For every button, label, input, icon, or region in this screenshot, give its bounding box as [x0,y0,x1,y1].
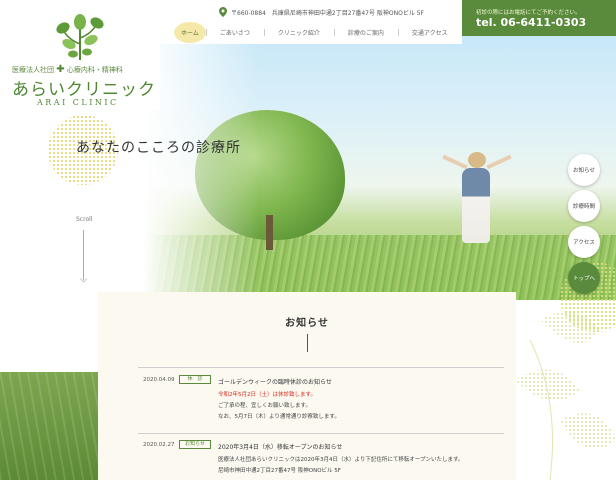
hero-tagline: あなたのこころの診療所 [76,140,241,156]
nav-access[interactable]: 交通アクセス [397,28,462,37]
grass-texture [0,372,98,480]
phone-box[interactable]: 初診の際にはお電話にてご予約ください。 tel. 06-6411-0303 [462,0,616,36]
nav-clinic-intro[interactable]: クリニック紹介 [263,28,334,37]
news-section: お知らせ 2020.04.09 休 診 ゴールデンウィークの臨時休診のお知らせ … [98,292,516,480]
news-line: 医療法人社団あらいクリニックは2020年3月4日（水）より下記住所にて移転オープ… [218,457,464,463]
logo-subtitle: 医療法人社団 ✚ 心療内科・精神科 [12,64,123,75]
news-line: ご了承の程、宜しくお願い致します。 [218,403,311,409]
news-divider [138,433,504,434]
address: 〒660-0884 兵庫県尼崎市神田中通2丁目27番47号 阪神ONOビル 5F [219,7,424,17]
news-line: 令和2年5月2日（土）は休診致します。 [218,392,316,398]
scroll-label[interactable]: Scroll [76,216,92,223]
address-text: 〒660-0884 兵庫県尼崎市神田中通2丁目27番47号 阪神ONOビル 5F [231,9,424,17]
news-divider [138,367,504,368]
main-nav: ホーム ごあいさつ クリニック紹介 診療のご案内 交通アクセス [174,22,462,43]
news-line: なお、5月7日（木）より通常通り診察致します。 [218,414,340,420]
leaf-logo-icon [56,14,104,60]
news-line: 尼崎市神田中通2丁目27番47号 阪神ONOビル 5F [218,468,341,474]
person-arm [486,154,512,170]
top-bar: 〒660-0884 兵庫県尼崎市神田中通2丁目27番47号 阪神ONOビル 5F… [160,0,462,44]
logo-corp-label: 医療法人社団 [12,66,54,74]
news-date: 2020.04.09 [143,377,175,383]
phone-number[interactable]: tel. 06-6411-0303 [476,16,586,29]
person-figure [462,168,490,243]
side-btn-access[interactable]: アクセス [568,226,600,258]
news-date: 2020.02.27 [143,442,175,448]
side-btn-to-top[interactable]: トップへ [568,262,600,294]
logo[interactable]: 医療法人社団 ✚ 心療内科・精神科 あらいクリニック ARAI CLINIC [0,0,160,110]
tree-trunk [266,215,273,250]
nav-home[interactable]: ホーム [174,22,206,43]
scroll-line [83,230,84,280]
person-head [468,152,486,168]
logo-name-en: ARAI CLINIC [37,98,119,107]
phone-note: 初診の際にはお電話にてご予約ください。 [476,10,581,16]
map-pin-icon [219,7,227,17]
news-title-divider [307,334,308,352]
nav-greeting[interactable]: ごあいさつ [205,28,264,37]
news-title: お知らせ [285,318,329,329]
person-arm [442,154,468,170]
news-tag: お知らせ [179,440,211,449]
logo-dept-label: 心療内科・精神科 [66,66,123,74]
news-headline[interactable]: ゴールデンウィークの臨時休診のお知らせ [218,377,332,386]
side-btn-hours[interactable]: 診療時間 [568,190,600,222]
side-btn-news[interactable]: お知らせ [568,154,600,186]
leaf-decoration-icon [515,312,616,480]
nav-medical-info[interactable]: 診療のご案内 [333,28,398,37]
news-headline[interactable]: 2020年3月4日（水）移転オープンのお知らせ [218,442,342,451]
cross-icon: ✚ [56,64,65,75]
logo-name: あらいクリニック [12,80,156,100]
news-tag: 休 診 [179,375,211,384]
